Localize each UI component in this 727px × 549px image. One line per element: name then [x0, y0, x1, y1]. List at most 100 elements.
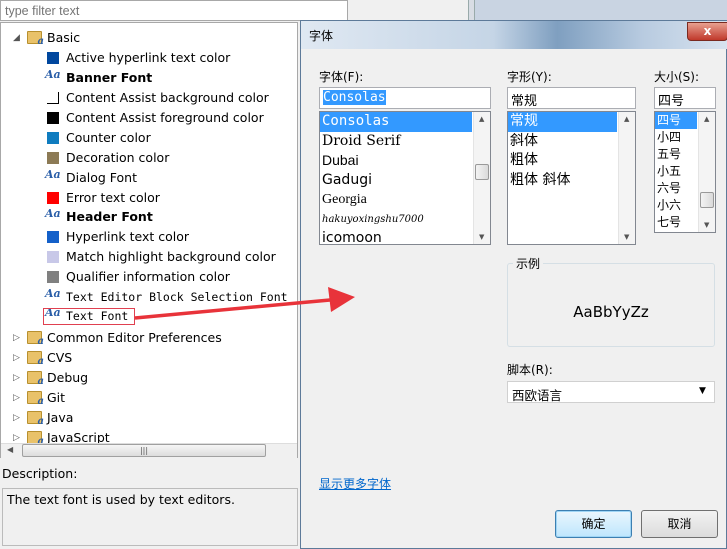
script-select[interactable]: 西欧语言 — [507, 381, 715, 403]
font-dialog: 字体 x 字体(F): Consolas Consolas Droid Serif… — [300, 20, 727, 549]
tree-node-category[interactable]: ▷ Common Editor Preferences — [1, 328, 297, 348]
ok-button[interactable]: 确定 — [555, 510, 632, 538]
script-label: 脚本(R): — [507, 363, 553, 377]
collapsed-triangle-icon[interactable]: ▷ — [13, 368, 20, 388]
font-list-item[interactable]: Georgia — [320, 190, 472, 210]
font-icon: Aa — [45, 207, 61, 220]
font-list-item[interactable]: Dubai — [320, 151, 472, 171]
tree-item[interactable]: Active hyperlink text color — [1, 48, 297, 68]
collapsed-triangle-icon[interactable]: ▷ — [13, 328, 20, 348]
tree-node-category[interactable]: ▷ Java — [1, 408, 297, 428]
tree-item[interactable]: Content Assist background color — [1, 88, 297, 108]
style-list-item[interactable]: 斜体 — [508, 132, 617, 152]
size-list-scrollbar[interactable]: ▲ ▼ — [698, 112, 715, 232]
font-icon: Aa — [45, 68, 61, 81]
filter-input[interactable] — [0, 0, 348, 21]
font-list-scrollbar[interactable]: ▲ ▼ — [473, 112, 490, 244]
tree-item[interactable]: Hyperlink text color — [1, 227, 297, 247]
size-list-item[interactable]: 小五 — [655, 163, 697, 180]
scroll-down-icon[interactable]: ▼ — [704, 221, 709, 229]
tree-item[interactable]: Aa Text Editor Block Selection Font — [1, 287, 297, 307]
tree-node-category[interactable]: ▷ CVS — [1, 348, 297, 368]
style-list-item[interactable]: 常规 — [508, 112, 617, 132]
scrollbar-thumb[interactable]: ||| — [22, 444, 266, 457]
collapsed-triangle-icon[interactable]: ▷ — [13, 388, 20, 408]
tree-item[interactable]: Match highlight background color — [1, 247, 297, 267]
tree-item-label: Text Editor Block Selection Font — [66, 290, 288, 304]
tree-node-category[interactable]: ▷ Debug — [1, 368, 297, 388]
folder-font-icon — [27, 411, 44, 427]
size-list-item[interactable]: 五号 — [655, 146, 697, 163]
tree-item[interactable]: Decoration color — [1, 148, 297, 168]
style-list-scrollbar[interactable]: ▲ ▼ — [618, 112, 635, 244]
size-list-item[interactable]: 七号 — [655, 214, 697, 231]
dropdown-arrow-icon[interactable]: ▼ — [699, 386, 706, 396]
tree-item[interactable]: Content Assist foreground color — [1, 108, 297, 128]
tree-item[interactable]: Aa Dialog Font — [1, 168, 297, 188]
tree-item-label: Counter color — [66, 130, 151, 145]
font-icon: Aa — [45, 168, 61, 181]
scroll-up-icon[interactable]: ▲ — [624, 115, 629, 123]
show-more-fonts-link[interactable]: 显示更多字体 — [319, 475, 391, 492]
tree-item[interactable]: Qualifier information color — [1, 267, 297, 287]
tree-item-label: Header Font — [66, 209, 153, 224]
tree-item[interactable]: Error text color — [1, 188, 297, 208]
scrollbar-thumb[interactable] — [700, 192, 714, 208]
scroll-up-icon[interactable]: ▲ — [704, 115, 709, 123]
font-list-item[interactable]: icomoon — [320, 229, 472, 244]
tree-item-label: Active hyperlink text color — [66, 50, 231, 65]
tree-item-label: Content Assist foreground color — [66, 110, 264, 125]
font-list-item[interactable]: Gadugi — [320, 171, 472, 191]
style-list[interactable]: 常规 斜体 粗体 粗体 斜体 ▲ ▼ — [507, 111, 636, 245]
dialog-titlebar[interactable]: 字体 x — [301, 21, 727, 49]
size-list[interactable]: 四号 小四 五号 小五 六号 小六 七号 ▲ ▼ — [654, 111, 716, 233]
close-button[interactable]: x — [687, 22, 727, 41]
background-window — [348, 0, 468, 20]
scrollbar-thumb[interactable] — [475, 164, 489, 180]
font-list-item[interactable]: Droid Serif — [320, 132, 472, 152]
style-list-item[interactable]: 粗体 — [508, 151, 617, 171]
tree-item-label: Banner Font — [66, 70, 153, 85]
color-swatch-icon — [47, 112, 59, 124]
style-input[interactable]: 常规 — [507, 87, 636, 109]
size-list-item[interactable]: 小四 — [655, 129, 697, 146]
tree-node-basic[interactable]: ◢ Basic — [1, 28, 291, 48]
font-list-item[interactable]: Consolas — [320, 112, 472, 132]
scroll-left-icon[interactable]: ◀ — [7, 445, 13, 454]
cancel-button[interactable]: 取消 — [641, 510, 718, 538]
tree-item[interactable]: Counter color — [1, 128, 297, 148]
size-input[interactable]: 四号 — [654, 87, 716, 109]
color-swatch-icon — [47, 271, 59, 283]
annotation-highlight-box — [43, 308, 135, 325]
tree-node-label: Debug — [47, 370, 89, 385]
scroll-down-icon[interactable]: ▼ — [624, 233, 629, 241]
font-list[interactable]: Consolas Droid Serif Dubai Gadugi Georgia hak… — [319, 111, 491, 245]
collapsed-triangle-icon[interactable]: ▷ — [13, 408, 20, 428]
size-list-item[interactable]: 四号 — [655, 112, 697, 129]
tree-node-label: CVS — [47, 350, 73, 365]
description-label: Description: — [2, 466, 78, 481]
tree-item-label: Error text color — [66, 190, 160, 205]
style-list-item[interactable]: 粗体 斜体 — [508, 171, 617, 191]
font-input[interactable]: Consolas — [319, 87, 491, 109]
collapsed-triangle-icon[interactable]: ▷ — [13, 348, 20, 368]
color-swatch-icon — [47, 92, 59, 104]
description-text: The text font is used by text editors. — [2, 488, 298, 546]
font-list-item[interactable]: hakuyoxingshu7000 — [320, 210, 472, 230]
tree-node-category[interactable]: ▷ Git — [1, 388, 297, 408]
tree-item[interactable]: Aa Header Font — [1, 207, 297, 227]
size-list-item[interactable]: 六号 — [655, 180, 697, 197]
color-swatch-icon — [47, 251, 59, 263]
tree-item-label: Match highlight background color — [66, 249, 276, 264]
expanded-triangle-icon[interactable]: ◢ — [13, 28, 20, 48]
folder-font-icon — [27, 351, 44, 367]
tree-item[interactable]: Aa Banner Font — [1, 68, 297, 88]
size-list-item[interactable]: 小六 — [655, 197, 697, 214]
scroll-down-icon[interactable]: ▼ — [479, 233, 484, 241]
scroll-up-icon[interactable]: ▲ — [479, 115, 484, 123]
tree-item-label: Hyperlink text color — [66, 229, 190, 244]
sample-label: 示例 — [513, 255, 544, 272]
tree-item-label: Dialog Font — [66, 170, 138, 185]
tree-item-label: Decoration color — [66, 150, 170, 165]
preference-tree[interactable]: ◢ Basic Active hyperlink text color Aa Ban… — [0, 22, 298, 458]
